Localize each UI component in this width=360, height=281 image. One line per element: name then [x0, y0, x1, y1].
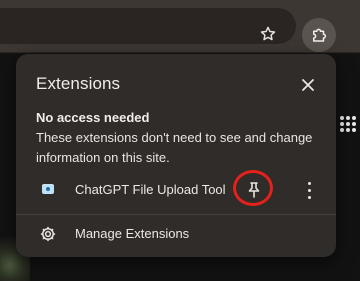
browser-window: Extensions No access needed These extens… — [0, 0, 360, 281]
star-outline-icon — [260, 26, 276, 41]
manage-extensions-label: Manage Extensions — [75, 226, 190, 241]
extensions-button[interactable] — [302, 18, 336, 52]
extension-name: ChatGPT File Upload Tool — [75, 182, 226, 197]
section-heading: No access needed — [36, 110, 150, 125]
popup-divider — [16, 214, 336, 215]
extension-favicon-icon — [42, 184, 54, 194]
pin-icon — [248, 182, 260, 198]
puzzle-piece-icon — [313, 28, 327, 42]
extension-row[interactable]: ChatGPT File Upload Tool — [28, 170, 328, 208]
close-icon — [302, 79, 314, 91]
more-vertical-icon — [307, 180, 311, 201]
pin-extension-button[interactable] — [238, 174, 270, 206]
apps-grid-icon[interactable] — [340, 116, 358, 132]
close-button[interactable] — [296, 73, 320, 97]
bookmark-star-button[interactable] — [256, 22, 280, 46]
manage-extensions-button[interactable]: Manage Extensions — [28, 220, 324, 248]
toolbar-divider — [0, 52, 360, 53]
extensions-popup: Extensions No access needed These extens… — [16, 54, 336, 257]
gear-icon — [38, 224, 58, 244]
browser-toolbar — [0, 0, 360, 52]
extension-more-button[interactable] — [298, 176, 320, 204]
popup-title: Extensions — [36, 74, 121, 93]
address-bar[interactable] — [0, 8, 296, 44]
section-description: These extensions don't need to see and c… — [36, 130, 313, 165]
